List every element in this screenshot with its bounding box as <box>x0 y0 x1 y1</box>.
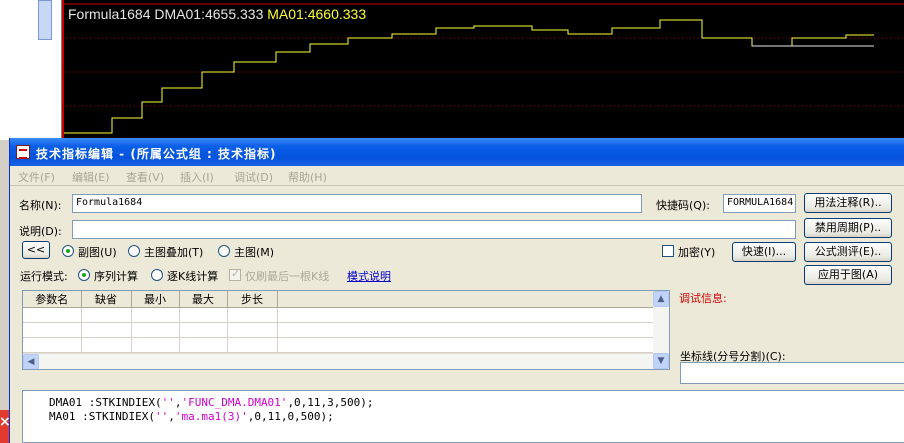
scroll-up-icon[interactable]: ▲ <box>653 291 669 307</box>
axis-lines-input[interactable] <box>680 362 904 384</box>
table-row[interactable] <box>23 337 653 353</box>
code-string: '' <box>161 396 175 409</box>
scroll-left-icon[interactable]: ◀ <box>23 354 39 369</box>
menu-debug[interactable]: 调试(D) <box>234 169 273 185</box>
window-title: 技术指标编辑 - (所属公式组 : 技术指标) <box>36 147 277 161</box>
formula-name-text: Formula1684 <box>68 6 151 22</box>
run-mode-label: 运行模式: <box>20 270 68 283</box>
menu-edit[interactable]: 编辑(E) <box>72 169 110 185</box>
disabled-period-button[interactable]: 禁用周期(P).. <box>804 218 892 238</box>
name-input[interactable]: Formula1684 <box>72 194 642 213</box>
code-text: MA01 :STKINDIEX( <box>49 410 155 423</box>
code-text: ,0,11,3,500); <box>287 396 374 409</box>
column-header-default[interactable]: 缺省 <box>81 291 132 308</box>
table-header-row: 参数名 缺省 最小 最大 步长 <box>23 291 653 308</box>
title-bar[interactable]: 技术指标编辑 - (所属公式组 : 技术指标) <box>10 138 904 166</box>
indicator-editor-window: 技术指标编辑 - (所属公式组 : 技术指标) 文件(F) 编辑(E) 查看(V… <box>9 138 904 443</box>
dma-value-text: DMA01:4655.333 <box>154 6 264 22</box>
table-vertical-scrollbar[interactable]: ▲ ▼ <box>653 291 669 369</box>
code-string: 'ma.ma1(3)' <box>174 410 248 423</box>
per-bar-calc-radio[interactable] <box>151 269 163 281</box>
table-horizontal-scrollbar[interactable]: ◀ <box>23 353 653 369</box>
sequence-calc-label: 序列计算 <box>94 270 138 283</box>
code-text: DMA01 :STKINDIEX( <box>49 396 162 409</box>
refresh-last-bar-checkbox[interactable] <box>229 267 241 281</box>
menu-insert[interactable]: 插入(I) <box>180 169 214 185</box>
encrypt-checkbox[interactable] <box>662 245 674 257</box>
column-header-filler <box>277 291 653 308</box>
ma-value-text: MA01:4660.333 <box>267 6 367 22</box>
formula-code-editor[interactable]: DMA01 :STKINDIEX('', 'FUNC_DMA.DMA01',0,1… <box>22 390 904 443</box>
formula-app-icon <box>16 145 30 159</box>
apply-to-chart-button[interactable]: 应用于图(A) <box>804 265 892 285</box>
code-text: ,0,11,0,500); <box>247 410 334 423</box>
menu-help[interactable]: 帮助(H) <box>288 169 327 185</box>
close-icon[interactable] <box>0 410 11 443</box>
main-chart-label: 主图(M) <box>234 246 275 259</box>
shortcut-input[interactable]: FORMULA1684 <box>723 194 796 213</box>
usage-notes-button[interactable]: 用法注释(R).. <box>804 193 892 213</box>
chart-left-panel <box>0 0 62 140</box>
scroll-down-icon[interactable]: ▼ <box>653 353 669 369</box>
chart-header: Formula1684 DMA01:4655.333 MA01:4660.333 <box>68 6 366 22</box>
main-chart-radio[interactable] <box>218 245 230 257</box>
main-overlay-radio[interactable] <box>128 245 140 257</box>
left-scrollbar-thumb[interactable] <box>38 0 52 40</box>
collapse-button[interactable]: << <box>22 241 50 259</box>
table-row[interactable] <box>23 307 653 323</box>
parameter-table: 参数名 缺省 最小 最大 步长 ▲ ▼ ◀ <box>22 290 670 370</box>
column-header-min[interactable]: 最小 <box>131 291 180 308</box>
table-row[interactable] <box>23 322 653 338</box>
column-header-max[interactable]: 最大 <box>179 291 228 308</box>
refresh-last-bar-label: 仅刷最后一根K线 <box>245 270 330 283</box>
description-label: 说明(D): <box>19 225 62 238</box>
description-input[interactable] <box>72 220 796 239</box>
encrypt-label: 加密(Y) <box>678 246 716 259</box>
main-overlay-label: 主图叠加(T) <box>144 246 204 259</box>
column-header-param-name[interactable]: 参数名 <box>23 291 82 308</box>
code-line-2: MA01 :STKINDIEX('','ma.ma1(3)',0,11,0,50… <box>49 410 334 423</box>
subchart-radio[interactable] <box>62 245 74 257</box>
screen: Formula1684 DMA01:4655.333 MA01:4660.333… <box>0 0 904 443</box>
menu-bar: 文件(F) 编辑(E) 查看(V) 插入(I) 调试(D) 帮助(H) <box>10 166 904 186</box>
formula-eval-button[interactable]: 公式测评(E).. <box>804 242 892 262</box>
shortcut-label: 快捷码(Q): <box>656 199 710 212</box>
menu-view[interactable]: 查看(V) <box>126 169 164 185</box>
fast-button[interactable]: 快速(I)... <box>732 242 796 262</box>
code-text: , <box>168 410 175 423</box>
subchart-label: 副图(U) <box>78 246 117 259</box>
sequence-calc-radio[interactable] <box>78 269 90 281</box>
menu-file[interactable]: 文件(F) <box>18 169 55 185</box>
code-line-1: DMA01 :STKINDIEX('','FUNC_DMA.DMA01',0,1… <box>49 396 374 409</box>
code-string: '' <box>154 410 169 423</box>
ma-line <box>64 19 874 134</box>
name-label: 名称(N): <box>19 199 62 212</box>
per-bar-calc-label: 逐K线计算 <box>167 270 219 283</box>
column-header-step[interactable]: 步长 <box>227 291 278 308</box>
mode-help-link[interactable]: 模式说明 <box>347 268 391 284</box>
debug-info-label: 调试信息: <box>679 292 727 305</box>
code-string: 'FUNC_DMA.DMA01' <box>181 396 288 409</box>
